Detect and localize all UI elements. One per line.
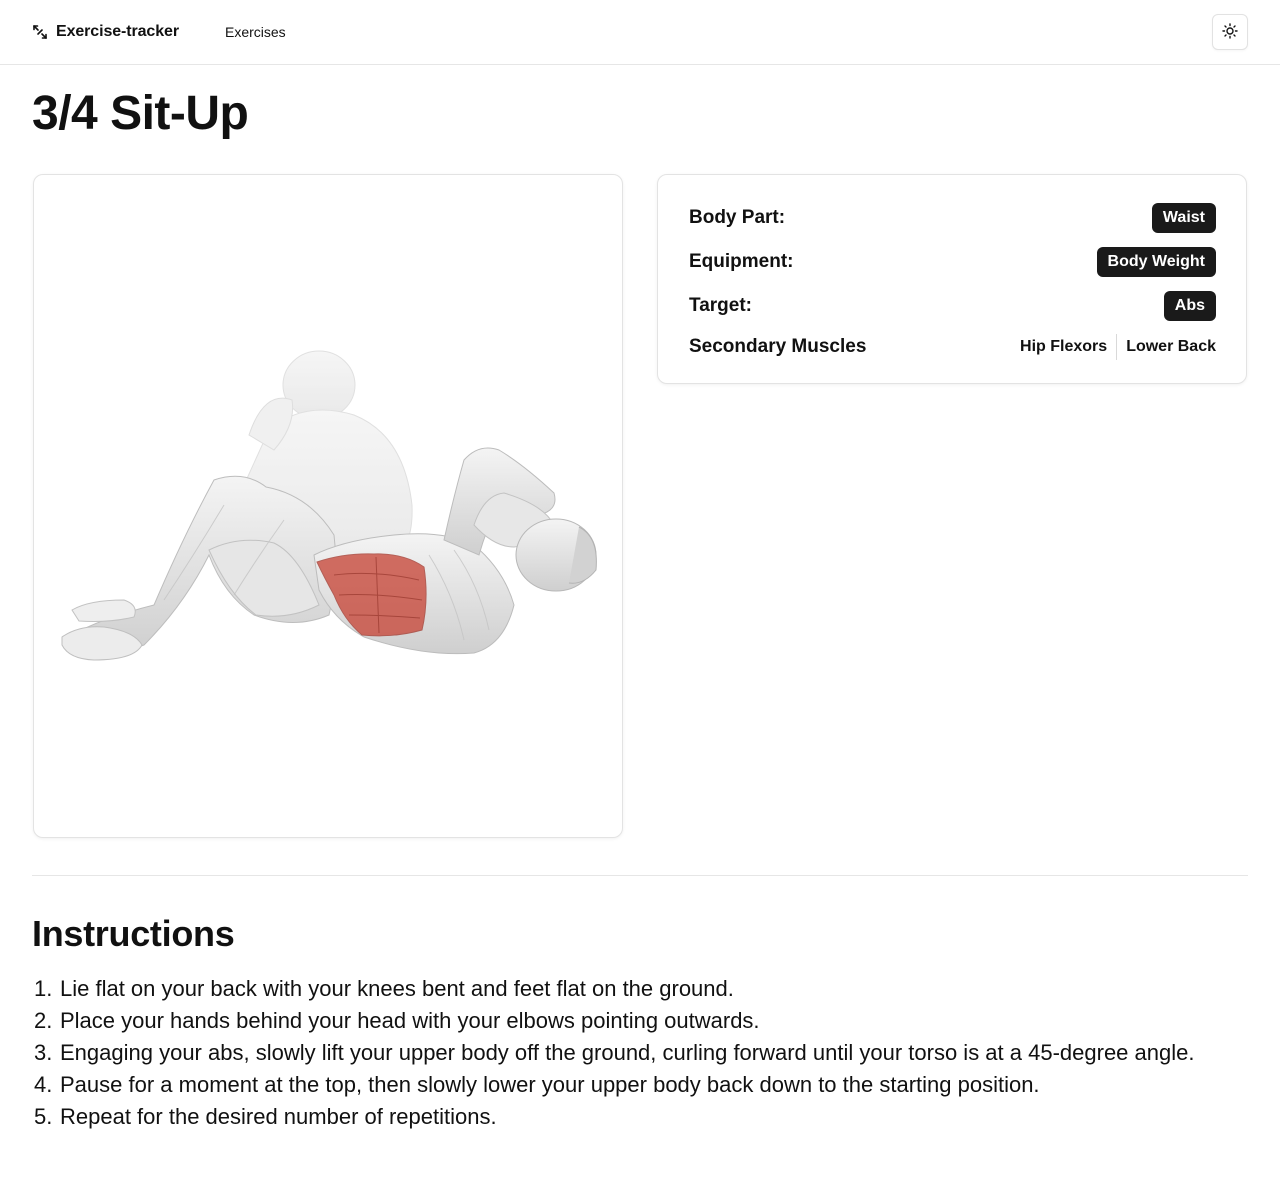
step-number: 5. <box>34 1104 53 1129</box>
step-text: Engaging your abs, slowly lift your uppe… <box>60 1040 1195 1065</box>
secondary-muscle-item: Hip Flexors <box>1020 338 1108 355</box>
target-badge: Abs <box>1163 291 1216 321</box>
exercise-details-card: Body Part: Waist Equipment: Body Weight … <box>657 174 1247 384</box>
detail-row-equipment: Equipment: Body Weight <box>689 246 1216 278</box>
secondary-muscles-label: Secondary Muscles <box>689 336 867 357</box>
instruction-step: 1. Lie flat on your back with your knees… <box>32 973 1248 1005</box>
theme-toggle-button[interactable] <box>1212 14 1248 50</box>
secondary-muscles-list: Hip Flexors Lower Back <box>1011 334 1216 360</box>
step-number: 4. <box>34 1072 53 1097</box>
instruction-step: 3. Engaging your abs, slowly lift your u… <box>32 1037 1248 1069</box>
target-label: Target: <box>689 295 752 316</box>
step-number: 2. <box>34 1008 53 1033</box>
page-title: 3/4 Sit-Up <box>32 87 249 140</box>
exercise-image-card <box>33 174 623 838</box>
equipment-badge: Body Weight <box>1096 247 1216 277</box>
instructions-list: 1. Lie flat on your back with your knees… <box>32 973 1248 1133</box>
detail-row-target: Target: Abs <box>689 290 1216 322</box>
sun-icon <box>1222 22 1238 42</box>
step-number: 1. <box>34 976 53 1001</box>
step-text: Pause for a moment at the top, then slow… <box>60 1072 1040 1097</box>
brand-name: Exercise-tracker <box>56 23 179 40</box>
step-text: Repeat for the desired number of repetit… <box>60 1104 497 1129</box>
step-text: Place your hands behind your head with y… <box>60 1008 760 1033</box>
equipment-label: Equipment: <box>689 251 794 272</box>
body-part-label: Body Part: <box>689 207 786 228</box>
step-number: 3. <box>34 1040 53 1065</box>
body-part-badge: Waist <box>1151 203 1216 233</box>
section-divider <box>32 875 1248 876</box>
arrows-diagonal-icon <box>32 24 48 40</box>
detail-row-body-part: Body Part: Waist <box>689 202 1216 234</box>
navbar: Exercise-tracker Exercises <box>0 0 1280 65</box>
instruction-step: 4. Pause for a moment at the top, then s… <box>32 1069 1248 1101</box>
instruction-step: 5. Repeat for the desired number of repe… <box>32 1101 1248 1133</box>
instruction-step: 2. Place your hands behind your head wit… <box>32 1005 1248 1037</box>
instructions-heading: Instructions <box>32 913 235 954</box>
detail-row-secondary-muscles: Secondary Muscles Hip Flexors Lower Back <box>689 331 1216 363</box>
brand-link[interactable]: Exercise-tracker <box>32 20 179 44</box>
nav-link-exercises[interactable]: Exercises <box>225 24 286 40</box>
situp-illustration <box>61 350 597 661</box>
secondary-muscle-item: Lower Back <box>1126 338 1216 355</box>
step-text: Lie flat on your back with your knees be… <box>60 976 734 1001</box>
